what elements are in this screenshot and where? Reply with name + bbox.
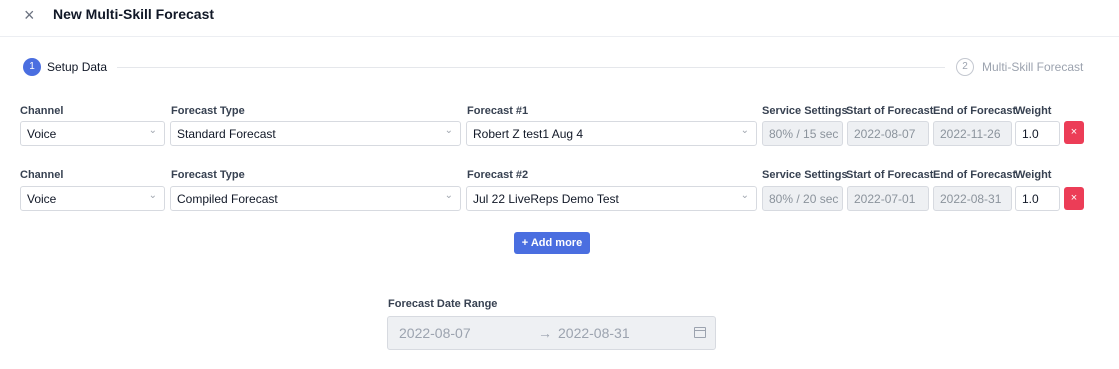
page-title: New Multi-Skill Forecast bbox=[53, 6, 215, 22]
chevron-down-icon bbox=[445, 190, 453, 201]
chevron-down-icon bbox=[445, 125, 453, 136]
channel-value: Voice bbox=[27, 192, 57, 206]
service-settings-label: Service Settings bbox=[762, 105, 848, 117]
stepper: 1 Setup Data 2 Multi-Skill Forecast bbox=[0, 58, 1119, 78]
end-of-forecast-label: End of Forecast bbox=[933, 169, 1017, 181]
chevron-down-icon bbox=[149, 125, 157, 136]
add-more-button[interactable]: + Add more bbox=[514, 232, 590, 254]
arrow-right-icon: → bbox=[538, 325, 552, 341]
service-settings-field: 80% / 20 sec bbox=[762, 186, 843, 211]
step-1-label: Setup Data bbox=[47, 60, 108, 74]
start-of-forecast-label: Start of Forecast bbox=[846, 105, 934, 117]
delete-row-button[interactable]: × bbox=[1064, 187, 1084, 210]
forecast-select[interactable]: Robert Z test1 Aug 4 bbox=[466, 121, 757, 146]
step-2-number: 2 bbox=[956, 58, 974, 76]
end-of-forecast-field: 2022-08-31 bbox=[933, 186, 1012, 211]
channel-label: Channel bbox=[20, 105, 64, 117]
stepper-connector bbox=[117, 67, 945, 68]
end-of-forecast-field: 2022-11-26 bbox=[933, 121, 1012, 146]
weight-input[interactable]: 1.0 bbox=[1015, 186, 1060, 211]
calendar-icon bbox=[694, 327, 706, 338]
forecast-date-range-picker[interactable]: 2022-08-07 → 2022-08-31 bbox=[387, 316, 716, 350]
forecast-select[interactable]: Jul 22 LiveReps Demo Test bbox=[466, 186, 757, 211]
forecast-type-value: Compiled Forecast bbox=[177, 192, 278, 206]
forecast-date-range-label: Forecast Date Range bbox=[388, 298, 498, 310]
close-icon[interactable]: × bbox=[24, 5, 35, 25]
forecast-type-label: Forecast Type bbox=[171, 105, 245, 117]
service-settings-field: 80% / 15 sec bbox=[762, 121, 843, 146]
forecast-type-select[interactable]: Compiled Forecast bbox=[170, 186, 461, 211]
weight-label: Weight bbox=[1015, 105, 1052, 117]
service-settings-label: Service Settings bbox=[762, 169, 848, 181]
range-start-date: 2022-08-07 bbox=[399, 325, 471, 341]
channel-select[interactable]: Voice bbox=[20, 121, 165, 146]
step-1-number: 1 bbox=[23, 58, 41, 76]
delete-row-button[interactable]: × bbox=[1064, 121, 1084, 144]
forecast-number-label: Forecast #1 bbox=[467, 105, 529, 117]
forecast-value: Jul 22 LiveReps Demo Test bbox=[473, 192, 619, 206]
weight-input[interactable]: 1.0 bbox=[1015, 121, 1060, 146]
channel-label: Channel bbox=[20, 169, 64, 181]
weight-label: Weight bbox=[1015, 169, 1052, 181]
header-bar: × New Multi-Skill Forecast bbox=[0, 0, 1119, 37]
forecast-type-label: Forecast Type bbox=[171, 169, 245, 181]
range-end-date: 2022-08-31 bbox=[558, 325, 630, 341]
forecast-number-label: Forecast #2 bbox=[467, 169, 529, 181]
channel-value: Voice bbox=[27, 127, 57, 141]
chevron-down-icon bbox=[741, 190, 749, 201]
forecast-type-select[interactable]: Standard Forecast bbox=[170, 121, 461, 146]
end-of-forecast-label: End of Forecast bbox=[933, 105, 1017, 117]
step-2-label: Multi-Skill Forecast bbox=[982, 60, 1084, 74]
chevron-down-icon bbox=[741, 125, 749, 136]
forecast-type-value: Standard Forecast bbox=[177, 127, 276, 141]
forecast-value: Robert Z test1 Aug 4 bbox=[473, 127, 584, 141]
start-of-forecast-label: Start of Forecast bbox=[846, 169, 934, 181]
start-of-forecast-field: 2022-07-01 bbox=[847, 186, 929, 211]
chevron-down-icon bbox=[149, 190, 157, 201]
channel-select[interactable]: Voice bbox=[20, 186, 165, 211]
start-of-forecast-field: 2022-08-07 bbox=[847, 121, 929, 146]
